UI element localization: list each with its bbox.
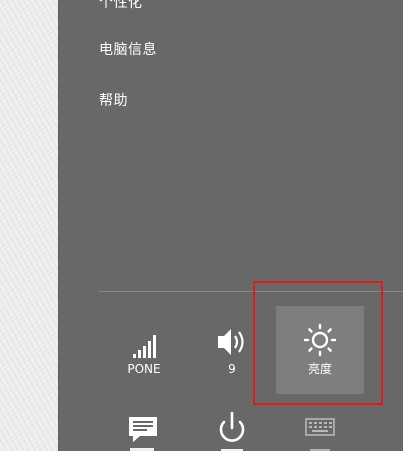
notifications-icon <box>129 417 157 451</box>
keyboard-tile[interactable] <box>276 408 364 451</box>
network-tile[interactable]: PONE <box>100 306 188 394</box>
signal-bars-icon <box>100 322 188 358</box>
network-label: PONE <box>127 362 161 376</box>
desktop-background <box>0 0 58 451</box>
annotation-highlight-box <box>253 281 383 405</box>
menu-item-personalize[interactable]: 个性化 <box>99 0 143 12</box>
menu-item-help[interactable]: 帮助 <box>99 92 128 110</box>
power-icon <box>219 411 245 451</box>
menu-item-pc-info[interactable]: 电脑信息 <box>99 41 157 59</box>
keyboard-icon <box>305 418 335 451</box>
notifications-tile[interactable] <box>100 408 188 451</box>
power-tile[interactable] <box>188 408 276 451</box>
